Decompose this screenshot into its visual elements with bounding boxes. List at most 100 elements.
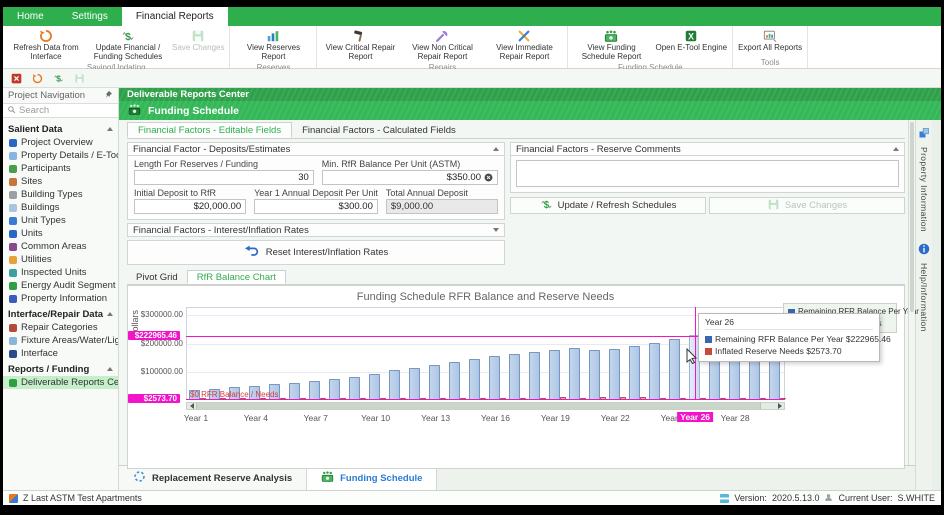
sidebar-section-reports-funding[interactable]: Reports / Funding	[3, 362, 118, 376]
sidebar-item-property-details-e-tool-details[interactable]: Property Details / E-Tool Details	[3, 149, 118, 162]
current-user-label: Current User:	[838, 493, 892, 503]
bar-remaining-year-19[interactable]	[549, 350, 560, 399]
qat-save-button[interactable]	[73, 72, 85, 84]
reserve-comments-textarea[interactable]	[516, 160, 899, 187]
search-input[interactable]: Search	[3, 103, 118, 118]
save-changes-button[interactable]: Save Changes	[709, 197, 905, 214]
year1-deposit-input[interactable]: $300.00	[254, 199, 378, 214]
sidebar-item-building-types[interactable]: Building Types	[3, 188, 118, 201]
qat-refresh-button[interactable]	[31, 72, 43, 84]
interest-inflation-header[interactable]: Financial Factors - Interest/Inflation R…	[127, 223, 505, 237]
sidebar-item-common-areas[interactable]: Common Areas	[3, 240, 118, 253]
qat-update-financial-button[interactable]: $	[52, 72, 64, 84]
bar-remaining-year-24[interactable]	[649, 343, 660, 399]
ribbon-button-open-e-tool-engine[interactable]: XOpen E-Tool Engine	[652, 27, 730, 62]
sidebar-item-units[interactable]: Units	[3, 227, 118, 240]
ribbon-button-view-immediate-repair-report[interactable]: View Immediate Repair Report	[483, 27, 565, 62]
bar-remaining-year-25[interactable]	[669, 339, 680, 399]
ribbon-button-view-critical-repair-report[interactable]: View Critical Repair Report	[319, 27, 401, 62]
sidebar-section-salient-data[interactable]: Salient Data	[3, 122, 118, 136]
content-vertical-scrollbar[interactable]	[908, 120, 915, 465]
bar-remaining-year-23[interactable]	[629, 346, 640, 399]
collapse-icon	[107, 312, 113, 316]
bar-remaining-year-16[interactable]	[489, 356, 500, 399]
sidebar-item-inspected-units[interactable]: Inspected Units	[3, 266, 118, 279]
length-for-reserves-input[interactable]: 30	[134, 170, 314, 185]
tab-pivot-grid[interactable]: Pivot Grid	[127, 270, 187, 284]
sidebar-item-participants[interactable]: Participants	[3, 162, 118, 175]
bar-remaining-year-21[interactable]	[589, 350, 600, 399]
bar-remaining-year-11[interactable]	[389, 370, 400, 399]
ribbon-button-view-funding-schedule-report[interactable]: View Funding Schedule Report	[570, 27, 652, 62]
dollar-update-icon: $	[121, 28, 135, 43]
clear-value-icon[interactable]	[484, 173, 493, 182]
reserve-comments-header[interactable]: Financial Factors - Reserve Comments	[510, 142, 905, 156]
bar-remaining-year-22[interactable]	[609, 349, 620, 399]
tab-help-information[interactable]: Help/Information	[918, 242, 930, 332]
sidebar-item-deliverable-reports-center[interactable]: Deliverable Reports Center	[3, 376, 118, 389]
min-rfr-balance-input[interactable]: $350.00	[322, 170, 498, 185]
ribbon-button-view-non-critical-repair-report[interactable]: View Non Critical Repair Report	[401, 27, 483, 62]
tab-financial-reports[interactable]: Financial Reports	[122, 7, 228, 26]
tab-funding-schedule-doc[interactable]: Funding Schedule	[307, 466, 437, 490]
tab-property-information[interactable]: Property Information	[918, 126, 930, 232]
sidebar-item-interface[interactable]: Interface	[3, 347, 118, 360]
ribbon-button-export-all-reports[interactable]: Export All Reports	[735, 27, 805, 57]
tab-settings[interactable]: Settings	[58, 7, 122, 26]
sidebar-item-fixture-areas-water-lighting[interactable]: Fixture Areas/Water/Lighting	[3, 334, 118, 347]
pin-icon[interactable]	[104, 90, 113, 102]
tab-financial-factors-calculated-fields[interactable]: Financial Factors - Calculated Fields	[292, 122, 466, 138]
ribbon: Refresh Data from Interface$Update Finan…	[3, 26, 941, 69]
update-refresh-schedules-button[interactable]: $ Update / Refresh Schedules	[510, 197, 706, 214]
crosshair-horizontal-line	[186, 399, 785, 400]
sidebar-item-property-information[interactable]: Property Information	[3, 292, 118, 305]
zero-balance-annotation: $0 RFR Balance / Needs	[190, 390, 279, 399]
refresh-icon	[39, 28, 53, 43]
bar-remaining-year-10[interactable]	[369, 374, 380, 399]
crosshair-horizontal-line	[186, 336, 785, 337]
ribbon-button-view-reserves-report[interactable]: View Reserves Report	[232, 27, 314, 62]
deposits-estimates-header[interactable]: Financial Factor - Deposits/Estimates	[127, 142, 505, 156]
sidebar-item-energy-audit-segment-1[interactable]: Energy Audit Segment 1	[3, 279, 118, 292]
ribbon-button-update-financial-funding-schedules[interactable]: $Update Financial / Funding Schedules	[87, 27, 169, 62]
ribbon-group-funding-schedule: View Funding Schedule ReportXOpen E-Tool…	[568, 26, 733, 68]
tab-financial-factors-editable-fields[interactable]: Financial Factors - Editable Fields	[127, 122, 292, 138]
bar-remaining-year-15[interactable]	[469, 359, 480, 399]
bar-remaining-year-7[interactable]	[309, 381, 320, 399]
ribbon-button-save-changes[interactable]: Save Changes	[169, 27, 227, 62]
chart-horizontal-scrollbar[interactable]	[186, 402, 785, 410]
funding-schedule-content: Financial Factors - Editable Fields Fina…	[119, 120, 915, 465]
bar-remaining-year-20[interactable]	[569, 348, 580, 399]
sidebar-item-unit-types[interactable]: Unit Types	[3, 214, 118, 227]
initial-deposit-input[interactable]: $20,000.00	[134, 199, 246, 214]
scroll-left-icon[interactable]	[187, 403, 196, 409]
bar-remaining-year-12[interactable]	[409, 368, 420, 399]
bar-remaining-year-9[interactable]	[349, 377, 360, 399]
sidebar-item-utilities[interactable]: Utilities	[3, 253, 118, 266]
bar-remaining-year-8[interactable]	[329, 379, 340, 399]
reset-interest-rates-button[interactable]: Reset Interest/Inflation Rates	[127, 240, 505, 265]
content-scrollbar-thumb[interactable]	[910, 122, 914, 312]
svg-text:$: $	[56, 74, 61, 83]
inspected-units-icon	[9, 269, 17, 277]
chart-scrollbar-thumb[interactable]	[196, 403, 761, 409]
sidebar-item-repair-categories[interactable]: Repair Categories	[3, 321, 118, 334]
sidebar-sections: Salient DataProject OverviewProperty Det…	[3, 120, 118, 389]
qat-close-button[interactable]	[10, 72, 22, 84]
property-information-icon	[9, 295, 17, 303]
tab-home[interactable]: Home	[3, 7, 58, 26]
tab-rfr-balance-chart[interactable]: RfR Balance Chart	[187, 270, 286, 284]
bar-remaining-year-6[interactable]	[289, 383, 300, 399]
bar-remaining-year-13[interactable]	[429, 365, 440, 399]
scroll-right-icon[interactable]	[775, 403, 784, 409]
bar-remaining-year-17[interactable]	[509, 354, 520, 399]
sidebar-item-project-overview[interactable]: Project Overview	[3, 136, 118, 149]
bar-remaining-year-14[interactable]	[449, 362, 460, 399]
sidebar-item-sites[interactable]: Sites	[3, 175, 118, 188]
bar-remaining-year-18[interactable]	[529, 352, 540, 399]
sidebar-section-interface-repair-data[interactable]: Interface/Repair Data	[3, 307, 118, 321]
tab-replacement-reserve-analysis[interactable]: Replacement Reserve Analysis	[119, 466, 307, 490]
project-navigation-title: Project Navigation	[8, 90, 85, 101]
sidebar-item-buildings[interactable]: Buildings	[3, 201, 118, 214]
ribbon-button-refresh-data-from-interface[interactable]: Refresh Data from Interface	[5, 27, 87, 62]
